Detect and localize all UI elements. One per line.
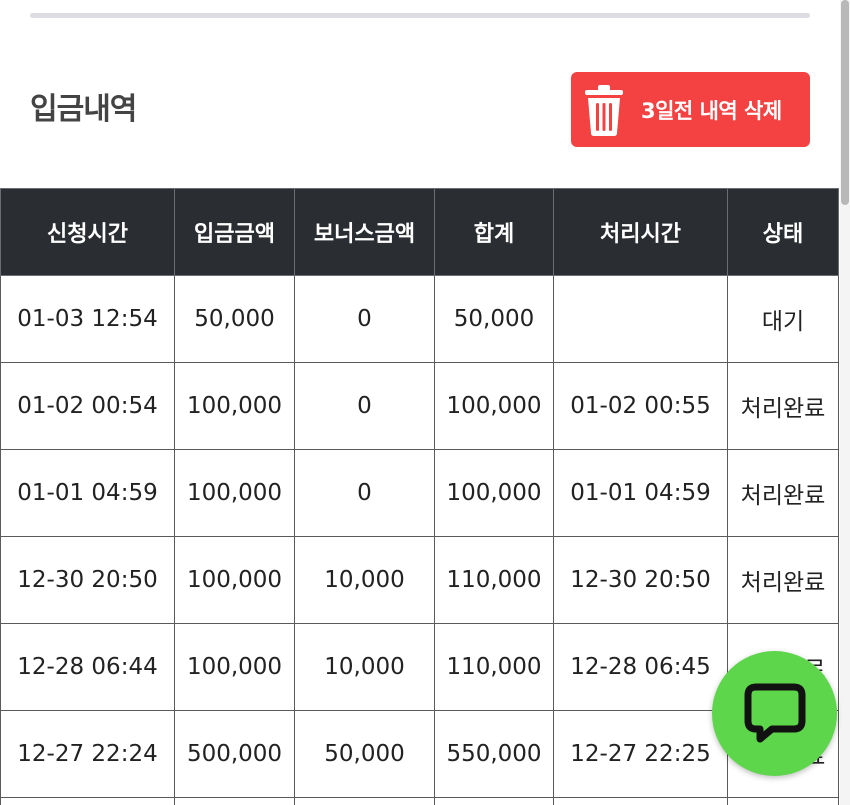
column-header: 신청시간 (0, 188, 175, 276)
status-cell: 처리완료 (727, 536, 839, 624)
bonus-amount-cell: 0 (294, 275, 435, 363)
processed-time-cell: 01-01 04:59 (553, 449, 728, 537)
bonus-amount-cell: 10,000 (294, 536, 435, 624)
processed-time-cell: 12-28 06:45 (553, 623, 728, 711)
total-cell: 110,000 (434, 536, 554, 624)
column-header: 처리시간 (553, 188, 728, 276)
total-cell: 100,000 (434, 362, 554, 450)
request-time-cell: 12-30 20:50 (0, 536, 175, 624)
section-title: 입금내역 (30, 92, 137, 127)
bonus-amount-cell: 10,000 (294, 623, 435, 711)
table-header-row: 신청시간 입금금액 보너스금액 합계 처리시간 상태 (0, 188, 839, 276)
trash-icon (585, 84, 623, 136)
column-header: 상태 (727, 188, 839, 276)
bonus-amount-cell: 0 (294, 362, 435, 450)
scrollbar-thumb[interactable] (841, 0, 849, 205)
processed-time-cell: 12-30 20:50 (553, 536, 728, 624)
chat-button[interactable] (712, 651, 837, 776)
chat-bubble-icon (744, 683, 805, 742)
scrollbar[interactable] (840, 0, 850, 805)
delete-button-label: 3일전 내역 삭제 (641, 98, 782, 123)
request-time-cell: 01-01 04:59 (0, 449, 175, 537)
table-row: 01-02 00:54 100,000 0 100,000 01-02 00:5… (0, 362, 839, 450)
table-row: 01-03 12:54 50,000 0 50,000 대기 (0, 275, 839, 363)
table-row-partial (0, 797, 839, 805)
top-divider (30, 13, 810, 18)
request-time-cell: 01-03 12:54 (0, 275, 175, 363)
processed-time-cell: 12-27 22:25 (553, 710, 728, 798)
table-row: 12-28 06:44 100,000 10,000 110,000 12-28… (0, 623, 839, 711)
table-row: 12-30 20:50 100,000 10,000 110,000 12-30… (0, 536, 839, 624)
delete-old-history-button[interactable]: 3일전 내역 삭제 (571, 72, 810, 147)
table-row: 01-01 04:59 100,000 0 100,000 01-01 04:5… (0, 449, 839, 537)
total-cell: 50,000 (434, 275, 554, 363)
status-cell: 처리완료 (727, 449, 839, 537)
bonus-amount-cell: 50,000 (294, 710, 435, 798)
deposit-amount-cell: 100,000 (174, 623, 295, 711)
deposit-amount-cell: 50,000 (174, 275, 295, 363)
total-cell: 550,000 (434, 710, 554, 798)
status-cell: 처리완료 (727, 362, 839, 450)
deposit-amount-cell: 100,000 (174, 449, 295, 537)
total-cell: 110,000 (434, 623, 554, 711)
column-header: 보너스금액 (294, 188, 435, 276)
deposit-history-page: 입금내역 3일전 내역 삭제 신청시간 입금금액 보너스금액 합계 처리시간 상… (0, 0, 850, 805)
column-header: 합계 (434, 188, 554, 276)
request-time-cell: 12-27 22:24 (0, 710, 175, 798)
deposit-amount-cell: 100,000 (174, 362, 295, 450)
total-cell: 100,000 (434, 449, 554, 537)
deposit-amount-cell: 500,000 (174, 710, 295, 798)
deposit-amount-cell: 100,000 (174, 536, 295, 624)
request-time-cell: 12-28 06:44 (0, 623, 175, 711)
column-header: 입금금액 (174, 188, 295, 276)
processed-time-cell: 01-02 00:55 (553, 362, 728, 450)
request-time-cell: 01-02 00:54 (0, 362, 175, 450)
bonus-amount-cell: 0 (294, 449, 435, 537)
processed-time-cell (553, 275, 728, 363)
status-cell: 대기 (727, 275, 839, 363)
